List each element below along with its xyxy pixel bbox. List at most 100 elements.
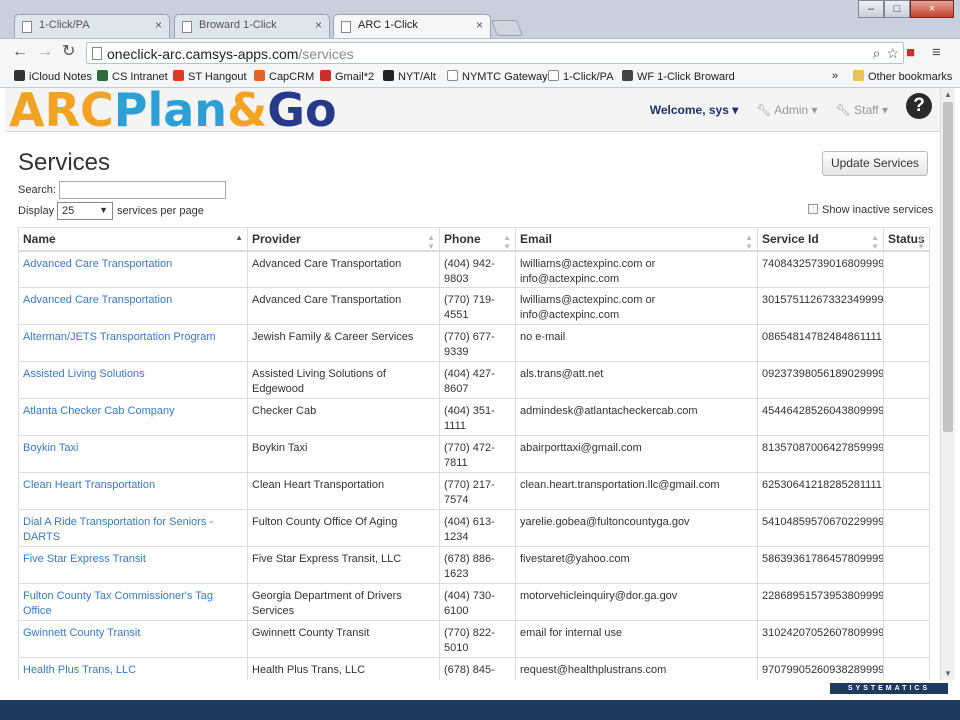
column-header-phone[interactable]: Phone ▲ ▼ (439, 227, 516, 252)
bookmark-label: Gmail*2 (335, 71, 375, 83)
bookmark-capcrm[interactable]: CapCRM (254, 70, 314, 83)
tab-label: ARC 1-Click (358, 19, 418, 31)
reload-icon[interactable]: ↻ (62, 44, 75, 60)
staff-menu[interactable]: 🔧︎ Staff ▾ (836, 103, 888, 117)
service-name-link[interactable]: Health Plus Trans, LLC (18, 657, 248, 680)
page-icon (22, 21, 32, 33)
zoom-icon[interactable]: ⌕ (873, 45, 881, 62)
bookmark-gmail[interactable]: Gmail*2 (320, 70, 374, 83)
show-inactive-toggle[interactable]: Show inactive services (808, 204, 933, 216)
close-icon[interactable]: × (476, 18, 483, 32)
column-label: Service Id (762, 231, 819, 246)
column-header-name[interactable]: Name ▲ (18, 227, 248, 252)
show-inactive-checkbox[interactable] (808, 204, 818, 214)
window-controls: – □ × (858, 0, 954, 18)
table-row: Advanced Care Transportation Advanced Ca… (18, 287, 930, 325)
update-services-button[interactable]: Update Services (822, 151, 928, 176)
phone-cell: (404) 942-9803 (439, 250, 516, 288)
bookmark-st-hangout[interactable]: ST Hangout (173, 70, 247, 83)
status-cell (883, 583, 930, 621)
browser-chrome: 1-Click/PA × Broward 1-Click × ARC 1-Cli… (0, 0, 960, 88)
plan-and-go-logo[interactable]: ARCPlan&Go (9, 88, 337, 133)
sort-icon: ▲ ▼ (427, 233, 435, 251)
bookmarks-bar: iCloud Notes CS Intranet ST Hangout CapC… (0, 66, 960, 88)
provider-cell: Health Plus Trans, LLC (247, 657, 440, 680)
service-name-link[interactable]: Advanced Care Transportation (18, 287, 248, 325)
logo-go: Go (267, 88, 337, 137)
service-name-link[interactable]: Gwinnett County Transit (18, 620, 248, 658)
page-size-select[interactable]: 25 ▼ (57, 202, 113, 220)
service-name-link[interactable]: Alterman/JETS Transportation Program (18, 324, 248, 362)
service-id-cell: 31024207052607809999 (757, 620, 884, 658)
minimize-button[interactable]: – (858, 0, 884, 18)
google-plus-icon (173, 70, 184, 81)
close-icon[interactable]: × (155, 18, 162, 32)
email-cell: lwilliams@actexpinc.com or info@actexpin… (515, 250, 758, 288)
table-row: Boykin Taxi Boykin Taxi (770) 472-7811 a… (18, 435, 930, 473)
column-header-service-id[interactable]: Service Id ▲ ▼ (757, 227, 884, 252)
close-icon[interactable]: × (315, 18, 322, 32)
bookmark-icloud-notes[interactable]: iCloud Notes (14, 70, 92, 83)
wf-icon (622, 70, 633, 81)
more-bookmarks-chevron[interactable]: » (832, 70, 838, 82)
table-row: Fulton County Tax Commissioner's Tag Off… (18, 583, 930, 621)
status-cell (883, 287, 930, 325)
browser-tab-1click-pa[interactable]: 1-Click/PA × (14, 14, 170, 38)
folder-icon (853, 70, 864, 81)
cs-icon (97, 70, 108, 81)
service-name-link[interactable]: Clean Heart Transportation (18, 472, 248, 510)
provider-cell: Gwinnett County Transit (247, 620, 440, 658)
phone-cell: (770) 822-5010 (439, 620, 516, 658)
status-cell (883, 472, 930, 510)
bookmark-nymtc[interactable]: NYMTC Gateway (447, 70, 548, 83)
gmail-icon (320, 70, 331, 81)
search-input[interactable] (59, 181, 226, 199)
scrollbar-thumb[interactable] (943, 102, 953, 432)
forward-arrow-icon[interactable]: → (37, 44, 53, 60)
menu-icon[interactable]: ≡ (932, 44, 941, 61)
browser-tab-arc[interactable]: ARC 1-Click × (333, 14, 491, 39)
star-icon[interactable]: ☆ (886, 45, 899, 62)
service-name-link[interactable]: Dial A Ride Transportation for Seniors -… (18, 509, 248, 547)
address-bar[interactable]: oneclick-arc.camsys-apps.com/services ⌕ … (86, 42, 904, 64)
service-name-link[interactable]: Assisted Living Solutions (18, 361, 248, 399)
url-text: oneclick-arc.camsys-apps.com/services (107, 46, 354, 62)
column-label: Phone (444, 231, 481, 246)
bookmark-wf-broward[interactable]: WF 1-Click Broward (622, 70, 735, 83)
page-scrollbar[interactable]: ▲ ▼ (940, 88, 955, 680)
column-header-provider[interactable]: Provider ▲ ▼ (247, 227, 440, 252)
column-header-status[interactable]: Status ▲ ▼ (883, 227, 930, 252)
service-id-cell: 74084325739016809999 (757, 250, 884, 288)
extension-icon[interactable]: ■ (906, 44, 915, 61)
other-bookmarks[interactable]: Other bookmarks (853, 70, 952, 83)
app-navbar: ARCPlan&Go Welcome, sys ▾ 🔧︎ Admin ▾ 🔧︎ … (5, 88, 940, 133)
service-id-cell: 54104859570670229999 (757, 509, 884, 547)
service-name-link[interactable]: Fulton County Tax Commissioner's Tag Off… (18, 583, 248, 621)
welcome-menu[interactable]: Welcome, sys ▾ (650, 103, 739, 117)
maximize-button[interactable]: □ (884, 0, 910, 18)
wrench-icon: 🔧︎ (835, 103, 851, 117)
help-icon[interactable]: ? (906, 93, 932, 119)
scroll-up-arrow-icon[interactable]: ▲ (944, 90, 952, 99)
admin-menu[interactable]: 🔧︎ Admin ▾ (756, 103, 817, 117)
new-tab-button[interactable] (491, 20, 523, 36)
service-name-link[interactable]: Boykin Taxi (18, 435, 248, 473)
window-close-button[interactable]: × (910, 0, 954, 18)
bookmark-cs-intranet[interactable]: CS Intranet (97, 70, 168, 83)
service-name-link[interactable]: Advanced Care Transportation (18, 250, 248, 288)
browser-tab-broward[interactable]: Broward 1-Click × (174, 14, 330, 38)
bookmark-label: ST Hangout (188, 71, 247, 83)
page-size-value: 25 (62, 205, 75, 217)
page-icon (182, 21, 192, 33)
sort-icon: ▲ ▼ (917, 233, 925, 251)
service-name-link[interactable]: Atlanta Checker Cab Company (18, 398, 248, 436)
bookmark-1click-pa[interactable]: 1-Click/PA (548, 70, 614, 83)
status-cell (883, 361, 930, 399)
bookmark-nyt[interactable]: NYT/Alt (383, 70, 436, 83)
column-header-email[interactable]: Email ▲ ▼ (515, 227, 758, 252)
display-label: Display (18, 205, 55, 217)
service-name-link[interactable]: Five Star Express Transit (18, 546, 248, 584)
back-arrow-icon[interactable]: ← (12, 44, 28, 60)
scroll-down-arrow-icon[interactable]: ▼ (944, 669, 952, 678)
search-label: Search: (18, 184, 56, 196)
